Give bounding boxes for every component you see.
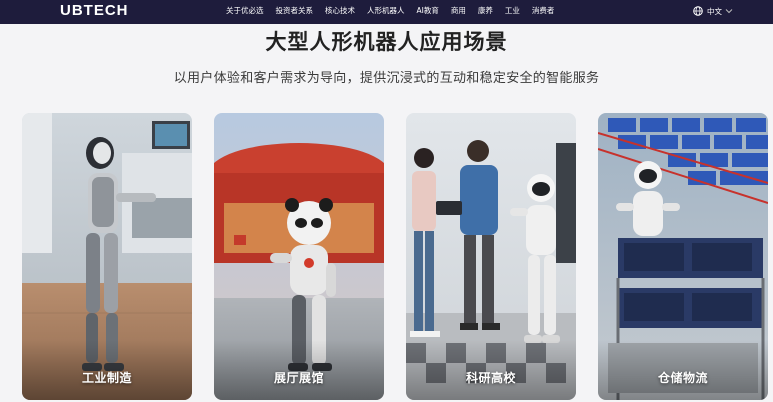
nav-item-commercial[interactable]: 商用 — [451, 0, 466, 22]
nav-item-healthcare[interactable]: 康养 — [478, 0, 493, 22]
card-label: 工业制造 — [81, 371, 132, 385]
scenario-card-exhibition[interactable]: 展厅展馆 — [214, 113, 384, 400]
main-nav: 关于优必选 投资者关系 核心技术 人形机器人 AI教育 商用 康养 工业 消费者 — [226, 0, 566, 22]
nav-item-industrial[interactable]: 工业 — [505, 0, 520, 22]
card-label: 科研高校 — [465, 371, 516, 385]
nav-item-humanoid[interactable]: 人形机器人 — [367, 0, 405, 22]
ubtech-logo[interactable]: UBTECH — [60, 0, 129, 22]
section-subtitle: 以用户体验和客户需求为导向，提供沉浸式的互动和稳定安全的智能服务 — [173, 71, 600, 86]
nav-item-about[interactable]: 关于优必选 — [226, 0, 264, 22]
scenario-card-research[interactable]: 科研高校 — [406, 113, 576, 400]
nav-item-consumer[interactable]: 消费者 — [532, 0, 555, 22]
language-selector[interactable]: 中文 — [693, 0, 737, 22]
language-label: 中文 — [707, 6, 722, 16]
scenario-card-industrial[interactable]: 工业制造 — [22, 113, 192, 400]
top-navigation-bar: UBTECH 关于优必选 投资者关系 核心技术 人形机器人 AI教育 商用 康养… — [0, 0, 773, 24]
chevron-down-icon — [725, 9, 733, 14]
scenario-card-warehouse[interactable]: 仓储物流 — [598, 113, 768, 400]
card-label: 仓储物流 — [657, 371, 708, 385]
globe-icon — [693, 6, 703, 16]
card-label: 展厅展馆 — [273, 371, 324, 385]
nav-item-core-tech[interactable]: 核心技术 — [325, 0, 355, 22]
section-title: 大型人形机器人应用场景 — [265, 30, 508, 54]
nav-item-investors[interactable]: 投资者关系 — [276, 0, 314, 22]
nav-item-ai-education[interactable]: AI教育 — [417, 0, 439, 22]
